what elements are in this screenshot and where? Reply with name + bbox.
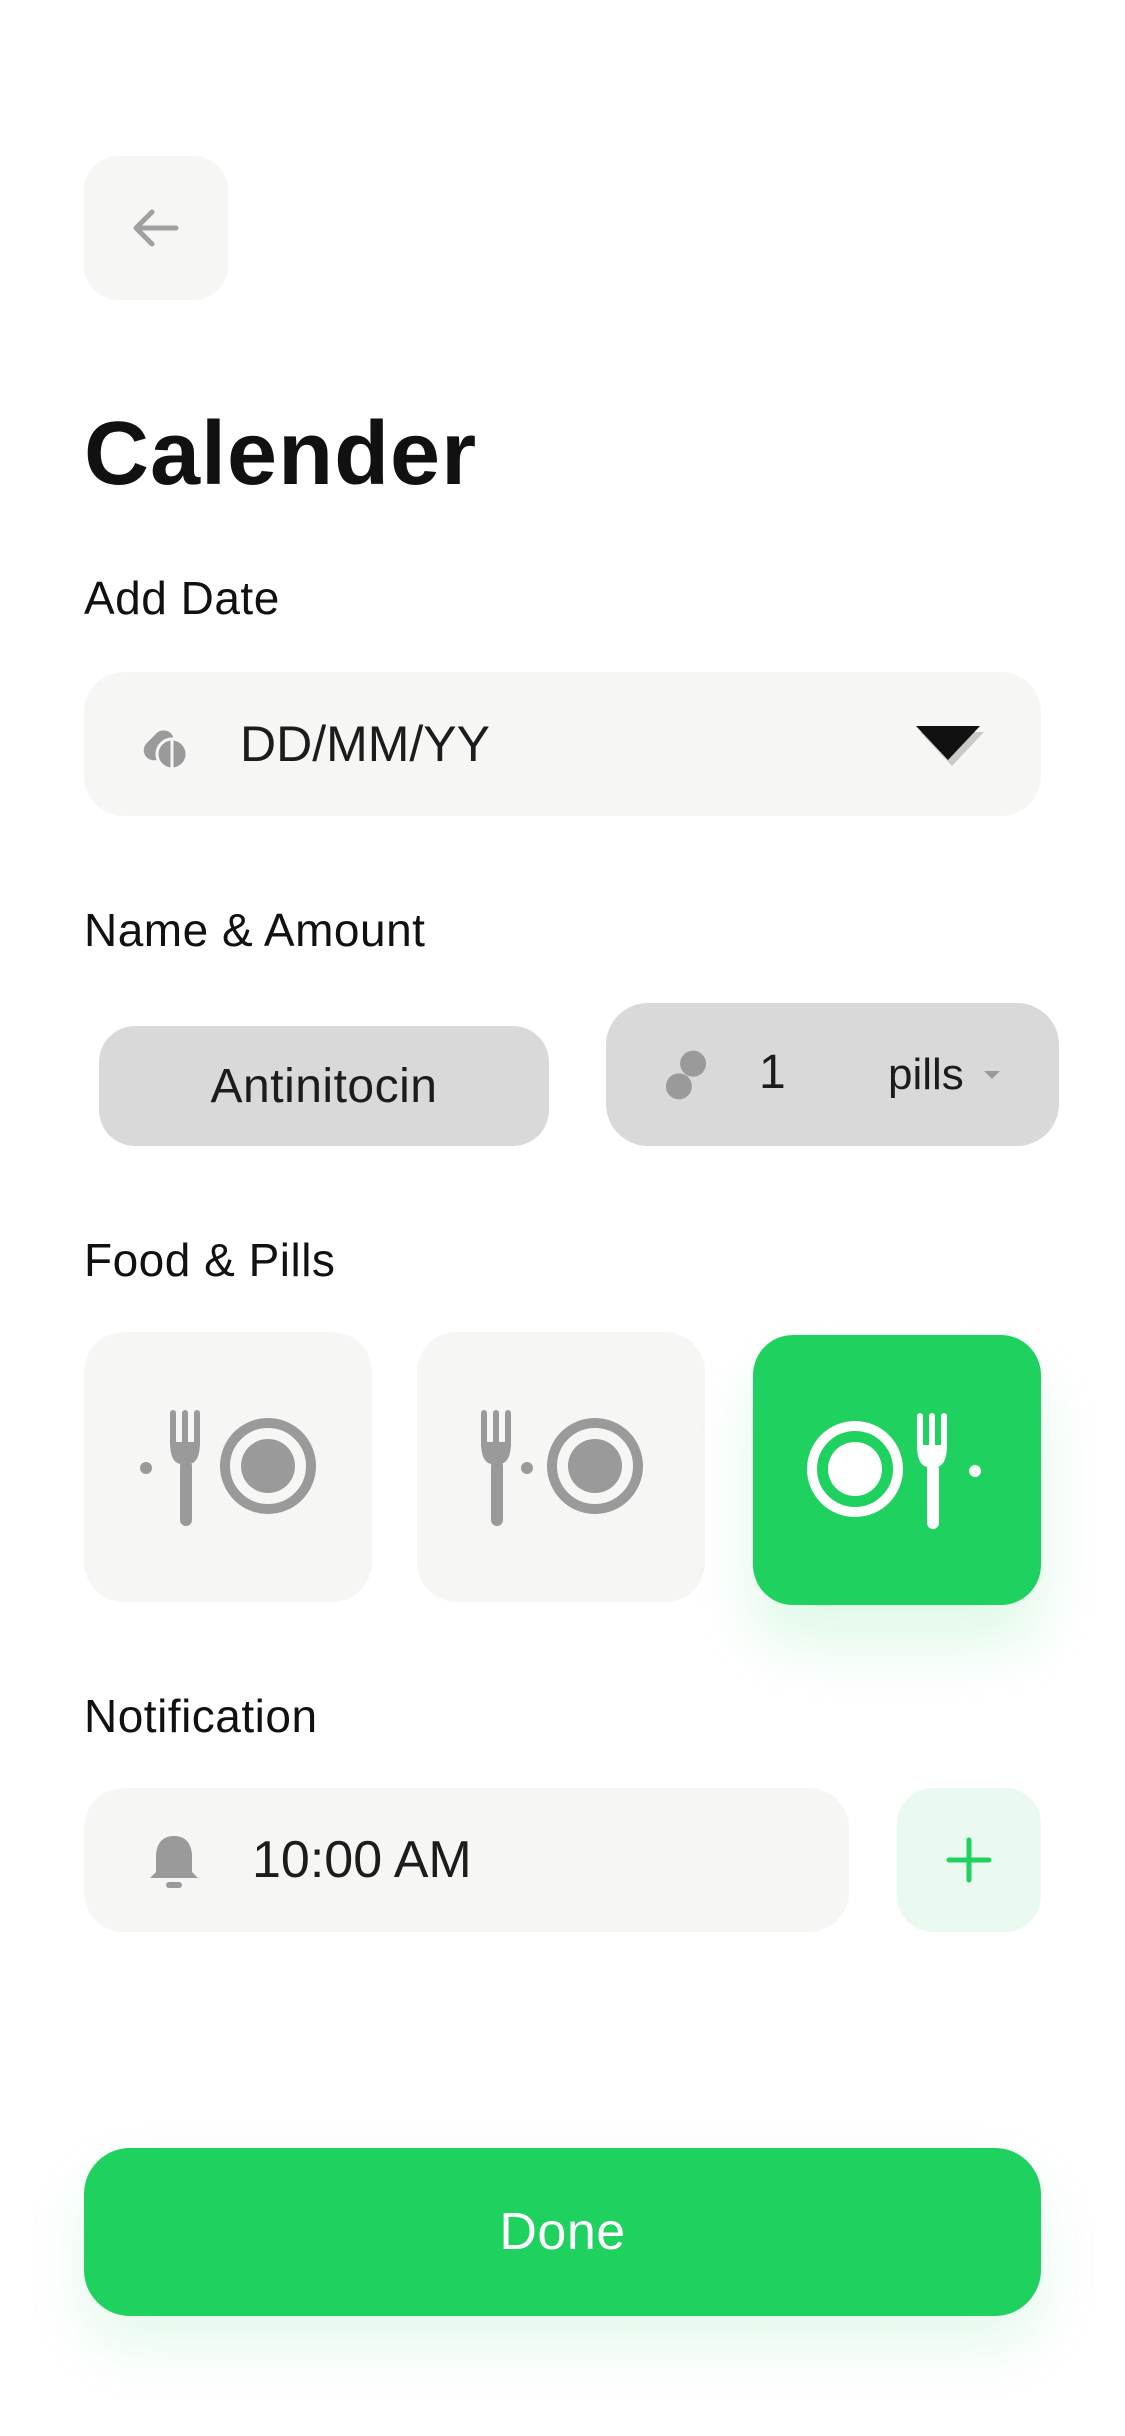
pill-during-meal-icon [481, 1410, 643, 1526]
pill-capsule-icon [143, 730, 189, 771]
unit-caret-down-icon[interactable] [982, 1069, 1002, 1081]
notification-time-field[interactable]: 10:00 AM [84, 1788, 849, 1932]
back-button[interactable] [84, 156, 228, 300]
amount-value[interactable]: 1 [759, 1043, 786, 1103]
arrow-left-icon [133, 209, 179, 247]
done-button-label: Done [499, 2203, 626, 2261]
pills-icon [665, 1050, 707, 1100]
food-pills-label: Food & Pills [84, 1234, 336, 1286]
pill-after-meal-icon [807, 1413, 981, 1529]
amount-unit-select[interactable]: pills [888, 1047, 964, 1103]
pill-before-meal-icon [140, 1410, 316, 1526]
notification-time-value: 10:00 AM [252, 1831, 472, 1889]
amount-field[interactable]: 1 pills [606, 1003, 1059, 1146]
food-option-after-meal[interactable] [753, 1335, 1041, 1605]
food-option-during-meal[interactable] [417, 1332, 705, 1602]
date-input[interactable]: DD/MM/YY [240, 714, 490, 774]
bell-icon [150, 1836, 198, 1888]
done-button[interactable]: Done [84, 2148, 1041, 2316]
name-amount-label: Name & Amount [84, 904, 426, 956]
medicine-name-field[interactable]: Antinitocin [99, 1026, 549, 1146]
add-date-label: Add Date [84, 572, 280, 624]
food-option-before-meal[interactable] [84, 1332, 372, 1602]
medicine-name-value: Antinitocin [210, 1059, 438, 1113]
add-notification-button[interactable] [897, 1788, 1041, 1932]
plus-icon [946, 1837, 992, 1883]
notification-label: Notification [84, 1690, 318, 1742]
date-field[interactable]: DD/MM/YY [84, 672, 1041, 816]
caret-down-icon[interactable] [912, 722, 988, 772]
page-title: Calender [84, 404, 478, 504]
